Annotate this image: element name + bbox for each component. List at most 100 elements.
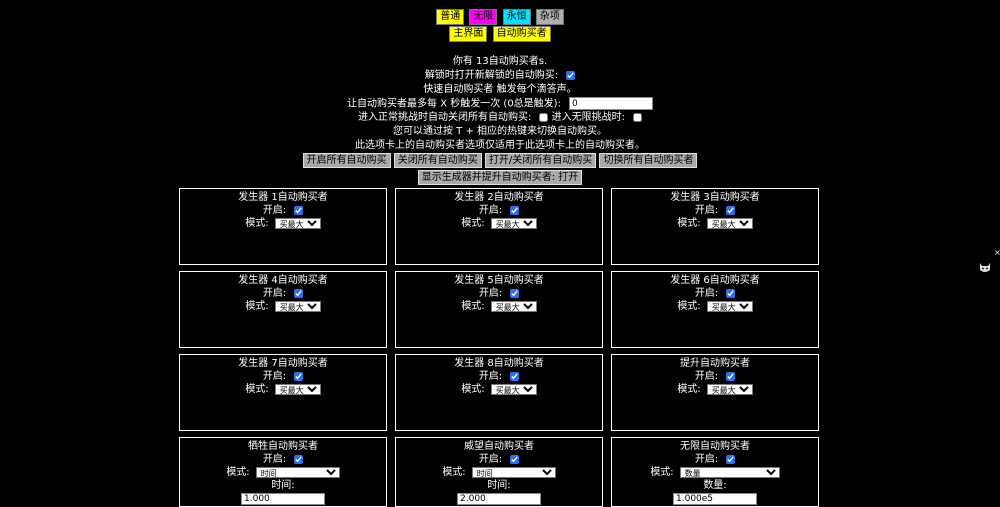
autobuyer-title: 威望自动购买者	[464, 441, 534, 452]
mode-select[interactable]: 时间	[255, 466, 340, 478]
mode-label: 模式:	[245, 301, 269, 312]
show-gen-row: 显示生成器并提升自动购买者: 打开	[0, 170, 1000, 185]
on-label: 开启:	[694, 454, 719, 465]
unlock-label: 解锁时打开新解锁的自动购买:	[424, 70, 559, 81]
mode-select[interactable]: 买最大	[490, 383, 537, 395]
mode-label: 模式:	[650, 467, 674, 478]
autobuyer-enable-checkbox[interactable]	[294, 371, 304, 381]
mode-label: 模式:	[245, 218, 269, 229]
tab-main-screen[interactable]: 主界面	[449, 26, 488, 42]
mode-label: 模式:	[461, 384, 485, 395]
tab-autobuyers[interactable]: 自动购买者	[492, 26, 551, 42]
on-label: 开启:	[694, 371, 719, 382]
mode-label: 模式:	[677, 218, 701, 229]
field-label: 时间:	[271, 480, 295, 491]
inf-challenge-checkbox[interactable]	[632, 112, 642, 122]
autobuyer-enable-checkbox[interactable]	[510, 454, 520, 464]
time-input[interactable]	[457, 493, 541, 505]
autobuyer-enable-checkbox[interactable]	[726, 288, 736, 298]
mode-label: 模式:	[677, 384, 701, 395]
autobuyer-title: 发生器 2自动购买者	[454, 192, 544, 203]
autobuyer-gen8: 发生器 8自动购买者 开启: 模式: 买最大	[395, 354, 603, 431]
mode-label: 模式:	[245, 384, 269, 395]
mode-label: 模式:	[677, 301, 701, 312]
on-label: 开启:	[262, 288, 287, 299]
main-tabs: 普通 无限 永恒 杂项	[0, 9, 1000, 25]
switch-all-button[interactable]: 切换所有自动购买者	[599, 153, 698, 168]
field-label: 数量:	[703, 480, 727, 491]
autobuyer-infinity: 无限自动购买者 开启: 模式: 数量 数量:	[611, 437, 819, 507]
tab-misc[interactable]: 杂项	[535, 9, 564, 25]
tab-normal[interactable]: 普通	[436, 9, 465, 25]
challenge-label: 进入正常挑战时自动关闭所有自动购买:	[358, 112, 532, 123]
fast-autobuyer-text: 快速自动购买者 触发每个滴答声。	[423, 84, 577, 95]
mode-select[interactable]: 数量	[679, 466, 780, 478]
autobuyer-gen7: 发生器 7自动购买者 开启: 模式: 买最大	[179, 354, 387, 431]
autobuyer-enable-checkbox[interactable]	[726, 371, 736, 381]
autobuyer-title: 提升自动购买者	[680, 358, 750, 369]
mode-label: 模式:	[461, 301, 485, 312]
autobuyer-title: 发生器 5自动购买者	[454, 275, 544, 286]
autobuyer-title: 发生器 7自动购买者	[238, 358, 328, 369]
autobuyer-title: 发生器 8自动购买者	[454, 358, 544, 369]
tab-infinity[interactable]: 无限	[469, 9, 498, 25]
challenge-checkbox[interactable]	[539, 112, 549, 122]
mode-label: 模式:	[226, 467, 250, 478]
autobuyer-prestige: 威望自动购买者 开启: 模式: 时间 时间:	[395, 437, 603, 507]
autobuyer-enable-checkbox[interactable]	[294, 454, 304, 464]
autobuyer-title: 牺牲自动购买者	[248, 441, 318, 452]
interval-input[interactable]	[568, 97, 653, 110]
autobuyer-enable-checkbox[interactable]	[510, 371, 520, 381]
scope-text: 此选项卡上的自动购买者选项仅适用于此选项卡上的自动购买者。	[355, 140, 645, 151]
on-label: 开启:	[478, 288, 503, 299]
on-label: 开启:	[262, 205, 287, 216]
autobuyer-gen6: 发生器 6自动购买者 开启: 模式: 买最大	[611, 271, 819, 348]
mode-select[interactable]: 买最大	[706, 300, 753, 312]
mode-select[interactable]: 买最大	[274, 300, 321, 312]
field-label: 时间:	[487, 480, 511, 491]
autobuyer-gen4: 发生器 4自动购买者 开启: 模式: 买最大	[179, 271, 387, 348]
autobuyer-enable-checkbox[interactable]	[510, 288, 520, 298]
bulk-buttons: 开启所有自动购买 关闭所有自动购买 打开/关闭所有自动购买 切换所有自动购买者	[0, 153, 1000, 168]
autobuyer-gen3: 发生器 3自动购买者 开启: 模式: 买最大	[611, 188, 819, 265]
unlock-checkbox[interactable]	[566, 70, 576, 80]
time-input[interactable]	[241, 493, 325, 505]
enable-all-button[interactable]: 开启所有自动购买	[302, 153, 391, 168]
autobuyer-enable-checkbox[interactable]	[294, 288, 304, 298]
mode-select[interactable]: 时间	[471, 466, 556, 478]
autobuyer-enable-checkbox[interactable]	[726, 205, 736, 215]
on-label: 开启:	[478, 371, 503, 382]
mode-select[interactable]: 买最大	[706, 383, 753, 395]
mode-select[interactable]: 买最大	[490, 300, 537, 312]
on-label: 开启:	[694, 288, 719, 299]
autobuyer-title: 发生器 3自动购买者	[670, 192, 760, 203]
amount-input[interactable]	[673, 493, 757, 505]
on-label: 开启:	[262, 454, 287, 465]
mode-select[interactable]: 买最大	[274, 217, 321, 229]
autobuyer-title: 无限自动购买者	[680, 441, 750, 452]
mode-select[interactable]: 买最大	[706, 217, 753, 229]
autobuyer-title: 发生器 6自动购买者	[670, 275, 760, 286]
hotkey-text: 您可以通过按 T + 相应的热键来切换自动购买。	[392, 126, 608, 137]
mode-label: 模式:	[442, 467, 466, 478]
tab-eternity[interactable]: 永恒	[502, 9, 531, 25]
autobuyer-boost: 提升自动购买者 开启: 模式: 买最大	[611, 354, 819, 431]
cat-icon[interactable]	[978, 260, 992, 274]
close-icon[interactable]: ×	[994, 249, 1000, 257]
autobuyer-gen1: 发生器 1自动购买者 开启: 模式: 买最大	[179, 188, 387, 265]
autobuyer-enable-checkbox[interactable]	[726, 454, 736, 464]
unlock-setting: 解锁时打开新解锁的自动购买:	[0, 69, 1000, 82]
on-label: 开启:	[478, 205, 503, 216]
toggle-all-button[interactable]: 打开/关闭所有自动购买	[484, 153, 597, 168]
autobuyer-enable-checkbox[interactable]	[510, 205, 520, 215]
autobuyer-sacrifice: 牺牲自动购买者 开启: 模式: 时间 时间:	[179, 437, 387, 507]
mode-select[interactable]: 买最大	[274, 383, 321, 395]
disable-all-button[interactable]: 关闭所有自动购买	[393, 153, 482, 168]
on-label: 开启:	[262, 371, 287, 382]
on-label: 开启:	[694, 205, 719, 216]
show-generators-button[interactable]: 显示生成器并提升自动购买者: 打开	[417, 170, 583, 185]
mode-select[interactable]: 买最大	[490, 217, 537, 229]
autobuyer-enable-checkbox[interactable]	[294, 205, 304, 215]
autobuyer-count: 你有 13自动购买者s.	[452, 56, 548, 67]
challenge-setting: 进入正常挑战时自动关闭所有自动购买: 进入无限挑战时:	[0, 111, 1000, 124]
